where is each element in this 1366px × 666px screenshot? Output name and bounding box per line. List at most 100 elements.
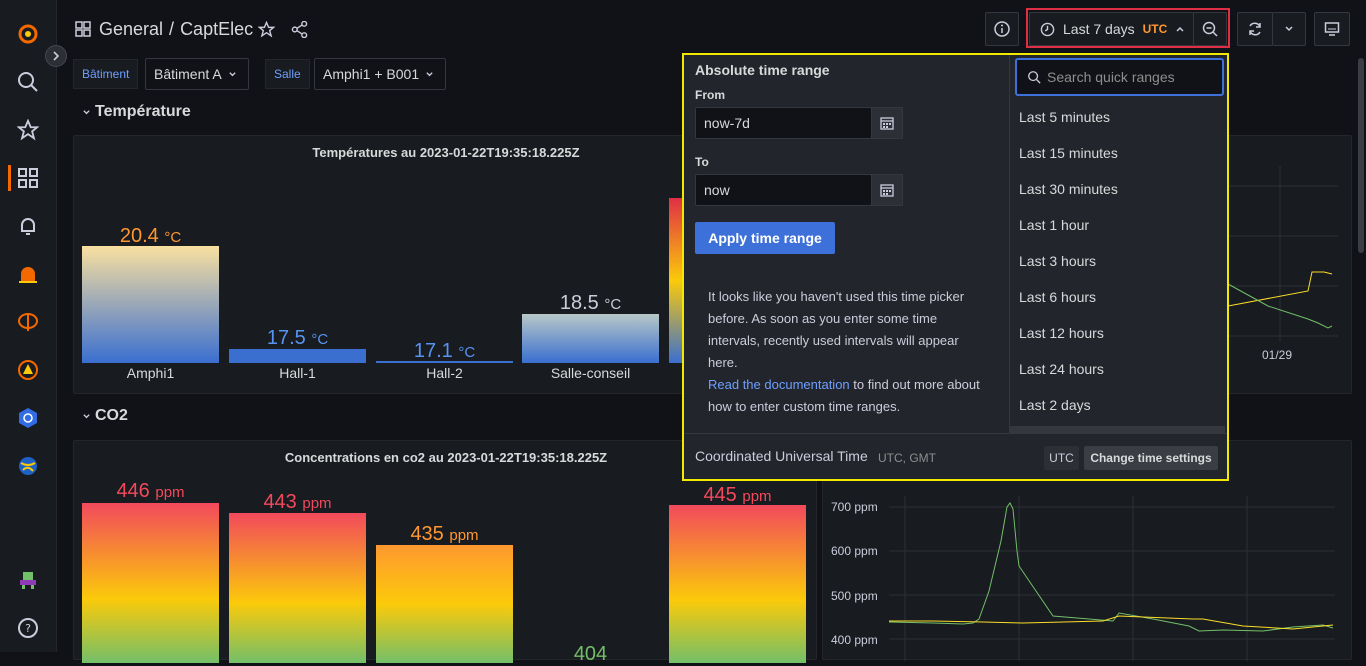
help-icon[interactable]: ?	[14, 614, 42, 642]
apply-time-range-button[interactable]: Apply time range	[695, 222, 835, 254]
grafana-logo-icon[interactable]	[14, 20, 42, 48]
active-indicator	[8, 165, 11, 191]
temp-label-hall1: Hall-1	[279, 365, 316, 381]
temp-value-salle-conseil: 18.5 °C	[559, 292, 622, 314]
co2-value-3: 435 ppm	[410, 523, 479, 545]
variable-select-batiment[interactable]: Bâtiment A	[145, 58, 249, 90]
timezone-abbr: UTC, GMT	[878, 451, 936, 465]
dashboard-grid-icon	[75, 21, 91, 42]
co2-bar-5	[669, 505, 806, 663]
refresh-icon	[1249, 22, 1261, 36]
quick-range-item[interactable]: Last 3 hours	[1019, 253, 1096, 269]
svg-text:?: ?	[25, 622, 31, 635]
chevron-down-icon	[83, 109, 90, 114]
calendar-icon	[880, 117, 894, 130]
documentation-link[interactable]: Read the documentation	[708, 377, 850, 392]
timezone-name: Coordinated Universal Time	[695, 448, 868, 464]
refresh-interval-dropdown[interactable]	[1272, 12, 1306, 46]
chevron-down-icon	[229, 71, 236, 76]
row-co2[interactable]: CO2	[82, 407, 128, 425]
co2-value-1: 446 ppm	[116, 480, 185, 502]
bell-icon[interactable]	[14, 212, 42, 240]
quick-range-item[interactable]: Last 6 hours	[1019, 289, 1096, 305]
from-label: From	[695, 88, 725, 102]
oncall-icon[interactable]	[14, 260, 42, 288]
time-picker-popover: Absolute time range From now-7d To now A…	[682, 53, 1229, 481]
row-temperature-title: Température	[95, 103, 191, 120]
favorite-star-icon[interactable]	[257, 20, 276, 43]
from-calendar-button[interactable]	[871, 107, 903, 139]
help-text: It looks like you haven't used this time…	[708, 289, 965, 370]
temp-label-hall2: Hall-2	[426, 365, 463, 381]
info-icon	[994, 21, 1010, 37]
to-input[interactable]: now	[695, 174, 872, 206]
co2-value-5: 445 ppm	[703, 484, 772, 506]
dashboards-icon[interactable]	[14, 164, 42, 192]
absolute-time-range-heading: Absolute time range	[695, 62, 830, 78]
page-scrollbar[interactable]	[1358, 58, 1364, 253]
incident-icon[interactable]	[14, 356, 42, 384]
temp-label-salle-conseil: Salle-conseil	[550, 365, 631, 381]
change-time-settings-button[interactable]: Change time settings	[1084, 446, 1218, 470]
variable-label-batiment: Bâtiment	[73, 59, 139, 89]
globe-icon[interactable]	[14, 452, 42, 480]
co2-value-4: 404	[573, 643, 608, 665]
time-picker-highlight	[1026, 8, 1230, 48]
series-green-line	[888, 502, 1334, 632]
quick-ranges-search-input[interactable]: Search quick ranges	[1015, 58, 1224, 96]
quick-range-item[interactable]: Last 15 minutes	[1019, 145, 1118, 161]
co2-bar-1	[82, 503, 219, 663]
sidebar: ?	[0, 0, 57, 652]
row-temperature[interactable]: Température	[82, 103, 191, 121]
monitor-icon	[1324, 22, 1340, 36]
quick-range-item[interactable]: Last 5 minutes	[1019, 109, 1110, 125]
temp-bar-partial	[669, 198, 683, 363]
temp-value-amphi1: 20.4 °C	[119, 225, 182, 247]
search-icon[interactable]	[14, 68, 42, 96]
chevron-down-icon	[1285, 26, 1293, 32]
breadcrumb: General / CaptElec	[99, 19, 253, 40]
quick-range-item[interactable]: Last 1 hour	[1019, 217, 1089, 233]
row-co2-title: CO2	[95, 407, 128, 424]
variable-value-salle: Amphi1 + B001	[323, 66, 420, 82]
x-tick-label: 01/29	[1262, 348, 1293, 362]
breadcrumb-folder[interactable]: General	[99, 19, 163, 40]
info-button[interactable]	[985, 12, 1019, 46]
quick-range-item[interactable]: Last 2 days	[1019, 397, 1091, 413]
refresh-button[interactable]	[1237, 12, 1273, 46]
chevron-down-icon	[426, 71, 433, 76]
quick-range-item[interactable]: Last 12 hours	[1019, 325, 1104, 341]
temp-bar-amphi1	[82, 246, 219, 363]
series-yellow-line	[889, 615, 1334, 630]
chevron-down-icon	[83, 413, 90, 418]
tv-mode-button[interactable]	[1314, 12, 1350, 46]
search-placeholder: Search quick ranges	[1047, 69, 1175, 85]
temp-value-hall1: 17.5 °C	[266, 327, 329, 349]
temp-value-hall2: 17.1 °C	[413, 340, 476, 362]
co2-bar-3	[376, 545, 513, 663]
footer-divider	[684, 433, 1227, 434]
variable-select-salle[interactable]: Amphi1 + B001	[314, 58, 446, 90]
breadcrumb-dashboard[interactable]: CaptElec	[180, 19, 253, 40]
co2-bar-2	[229, 513, 366, 663]
to-label: To	[695, 155, 709, 169]
calendar-icon	[880, 184, 894, 197]
star-icon[interactable]	[14, 116, 42, 144]
from-input[interactable]: now-7d	[695, 107, 872, 139]
column-divider	[1009, 55, 1010, 433]
to-calendar-button[interactable]	[871, 174, 903, 206]
timezone-utc-badge: UTC	[1044, 446, 1079, 470]
temp-bar-hall1	[229, 349, 366, 363]
user-avatar-icon[interactable]	[14, 566, 42, 594]
quick-range-item[interactable]: Last 30 minutes	[1019, 181, 1118, 197]
ml-brain-icon[interactable]	[14, 308, 42, 336]
quick-range-item[interactable]: Last 24 hours	[1019, 361, 1104, 377]
temp-label-amphi1: Amphi1	[126, 365, 175, 381]
temp-bar-salle-conseil	[522, 314, 659, 363]
search-icon	[1028, 71, 1041, 84]
sidebar-expand-button[interactable]	[45, 45, 67, 67]
share-icon[interactable]	[291, 20, 308, 43]
temperature-timeseries-panel: 01/29	[1228, 135, 1352, 394]
kubernetes-icon[interactable]	[14, 404, 42, 432]
variable-value-batiment: Bâtiment A	[154, 66, 222, 82]
